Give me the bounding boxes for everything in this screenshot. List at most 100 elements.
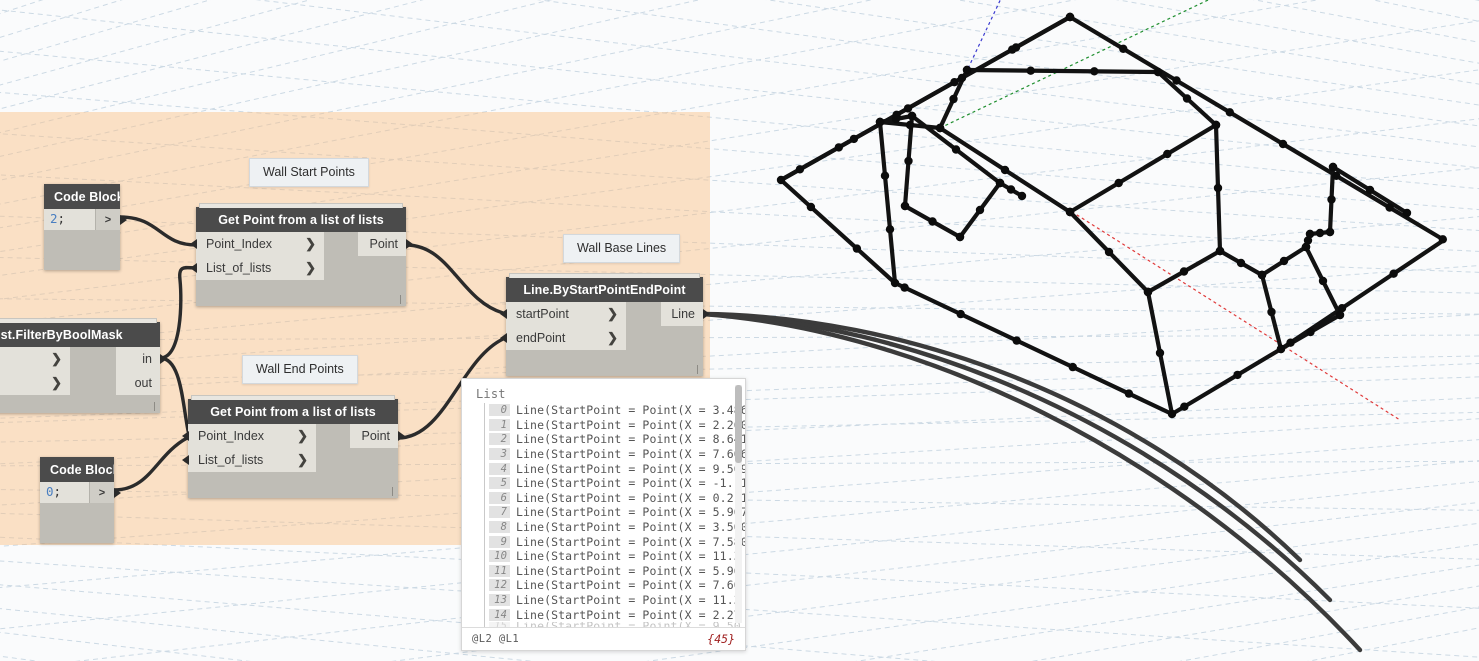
preview-row[interactable]: 6 Line(StartPoint = Point(X = 0.211: [485, 491, 745, 506]
geometry-vertex-point: [995, 178, 1005, 188]
output-connector-nub[interactable]: [398, 431, 405, 441]
input-port-end-point[interactable]: endPoint ❯: [500, 326, 626, 350]
note-wall-base-lines[interactable]: Wall Base Lines: [563, 234, 681, 263]
output-port-point[interactable]: Point: [358, 232, 413, 256]
output-connector-nub[interactable]: [114, 487, 121, 498]
preview-row[interactable]: 2 Line(StartPoint = Point(X = 8.641: [485, 432, 745, 447]
geometry-vertex-point: [880, 171, 890, 180]
input-port-start-point[interactable]: startPoint ❯: [500, 302, 626, 326]
code-block-code-field[interactable]: 0;: [40, 482, 89, 503]
preview-row[interactable]: 12 Line(StartPoint = Point(X = 7.60: [485, 578, 745, 593]
input-connector-nub[interactable]: [190, 239, 197, 249]
preview-row-index: 12: [489, 579, 510, 592]
preview-row[interactable]: 1 Line(StartPoint = Point(X = 2.260: [485, 418, 745, 433]
geometry-vertex-point: [1278, 139, 1288, 149]
geometry-vertex-point: [1389, 269, 1398, 278]
port-label: in: [142, 352, 152, 366]
input-connector-nub[interactable]: [182, 431, 189, 441]
node-title: Code Block: [40, 457, 114, 482]
preview-row[interactable]: 0 Line(StartPoint = Point(X = 3.486: [485, 403, 745, 418]
note-wall-end-points[interactable]: Wall End Points: [242, 355, 358, 384]
node-preview-panel[interactable]: List 0 Line(StartPoint = Point(X = 3.486 1…: [461, 378, 746, 651]
preview-row[interactable]: 7 Line(StartPoint = Point(X = 5.967: [485, 505, 745, 520]
input-connector-nub[interactable]: [182, 455, 189, 465]
preview-scroll-area[interactable]: List 0 Line(StartPoint = Point(X = 3.486 1…: [462, 379, 745, 627]
input-port-point-index[interactable]: Point_Index ❯: [190, 232, 324, 256]
port-label: Point: [369, 237, 399, 251]
note-wall-start-points[interactable]: Wall Start Points: [249, 158, 369, 187]
geometry-vertex-point: [875, 117, 885, 127]
output-connector-nub[interactable]: [120, 214, 127, 225]
input-connector-nub[interactable]: [500, 309, 507, 319]
input-port-list-of-lists[interactable]: List_of_lists ❯: [190, 256, 324, 280]
code-terminator: ;: [57, 211, 66, 226]
wall-base-line-geometry: [778, 14, 1447, 417]
port-label: endPoint: [516, 331, 566, 345]
preview-row-index: 6: [489, 491, 510, 504]
preview-row-index: 5: [489, 477, 510, 490]
resize-grip-icon[interactable]: [400, 295, 401, 304]
preview-row[interactable]: 4 Line(StartPoint = Point(X = 9.509: [485, 461, 745, 476]
geometry-vertex-point: [1385, 203, 1394, 212]
resize-grip-icon[interactable]: [392, 487, 393, 496]
input-port-list[interactable]: list ❯: [0, 347, 70, 371]
preview-row[interactable]: 10 Line(StartPoint = Point(X = 11.3: [485, 549, 745, 564]
node-body: 0; >: [40, 482, 121, 543]
preview-row[interactable]: 9 Line(StartPoint = Point(X = 7.580: [485, 534, 745, 549]
node-list-filter-by-bool-mask[interactable]: List.FilterByBoolMask list ❯ in mask ❯: [0, 318, 167, 413]
port-label: List_of_lists: [198, 453, 264, 467]
output-port-line[interactable]: Line: [661, 302, 710, 326]
wire-point-top-to-startpoint: [404, 243, 505, 315]
code-block-input-row[interactable]: 2; >: [44, 209, 127, 230]
preview-row[interactable]: 11 Line(StartPoint = Point(X = 5.96: [485, 564, 745, 579]
code-block-output-port[interactable]: >: [95, 209, 127, 230]
geometry-vertex-point: [1017, 191, 1027, 201]
resize-grip-icon[interactable]: [697, 365, 698, 374]
node-code-block-top[interactable]: Code Block 2; >: [44, 184, 127, 270]
geometry-vertex-point: [1163, 149, 1172, 159]
node-top-rim: [0, 318, 157, 323]
input-connector-nub[interactable]: [500, 333, 507, 343]
preview-row-text: Line(StartPoint = Point(X = 2.27: [516, 607, 741, 622]
geometry-vertex-point: [1328, 162, 1338, 172]
node-get-point-bottom[interactable]: Get Point from a list of lists Point_Ind…: [182, 395, 405, 498]
dynamo-canvas[interactable]: Wall Start Points Wall Base Lines Wall E…: [0, 0, 1479, 661]
preview-row[interactable]: 8 Line(StartPoint = Point(X = 3.500: [485, 520, 745, 535]
code-block-input-row[interactable]: 0; >: [40, 482, 121, 503]
preview-row[interactable]: 14 Line(StartPoint = Point(X = 2.27: [485, 607, 745, 622]
geometry-vertex-point: [1301, 242, 1311, 252]
output-port-point[interactable]: Point: [350, 424, 405, 448]
output-port-in[interactable]: in: [116, 347, 167, 371]
geometry-vertex-point: [1267, 307, 1276, 317]
input-port-list-of-lists[interactable]: List_of_lists ❯: [182, 448, 316, 472]
node-get-point-top[interactable]: Get Point from a list of lists Point_Ind…: [190, 203, 413, 306]
geometry-vertex-point: [1119, 44, 1128, 53]
geometry-vertex-point: [903, 104, 913, 113]
node-footer: [196, 280, 406, 306]
output-connector-nub[interactable]: [160, 354, 167, 364]
resize-grip-icon[interactable]: [154, 402, 155, 411]
output-connector-nub[interactable]: [406, 239, 413, 249]
geometry-vertex-point: [1211, 120, 1221, 130]
preview-row[interactable]: 13 Line(StartPoint = Point(X = 11.3: [485, 593, 745, 608]
output-port-empty: [350, 448, 398, 472]
preview-scrollbar-thumb[interactable]: [735, 385, 742, 463]
node-line-by-start-point-end-point[interactable]: Line.ByStartPointEndPoint startPoint ❯ L…: [500, 273, 710, 376]
geometry-vertex-point: [1438, 235, 1448, 244]
input-port-mask[interactable]: mask ❯: [0, 371, 70, 395]
input-port-point-index[interactable]: Point_Index ❯: [182, 424, 316, 448]
chevron-right-icon: ❯: [607, 306, 618, 321]
geometry-vertex-point: [904, 156, 913, 166]
code-block-output-port[interactable]: >: [89, 482, 121, 503]
preview-row[interactable]: 5 Line(StartPoint = Point(X = -1.11: [485, 476, 745, 491]
node-code-block-bottom[interactable]: Code Block 0; >: [40, 457, 121, 543]
preview-row[interactable]: 3 Line(StartPoint = Point(X = 7.606: [485, 447, 745, 462]
input-connector-nub[interactable]: [190, 263, 197, 273]
node-body: Point_Index ❯ Point List_of_lists ❯: [190, 232, 413, 306]
output-port-out[interactable]: out: [116, 371, 160, 395]
chevron-right-icon: ❯: [297, 428, 308, 443]
code-block-code-field[interactable]: 2;: [44, 209, 95, 230]
output-connector-nub[interactable]: [703, 309, 710, 319]
geometry-vertex-point: [1182, 94, 1192, 103]
geometry-vertex-point: [955, 232, 965, 242]
